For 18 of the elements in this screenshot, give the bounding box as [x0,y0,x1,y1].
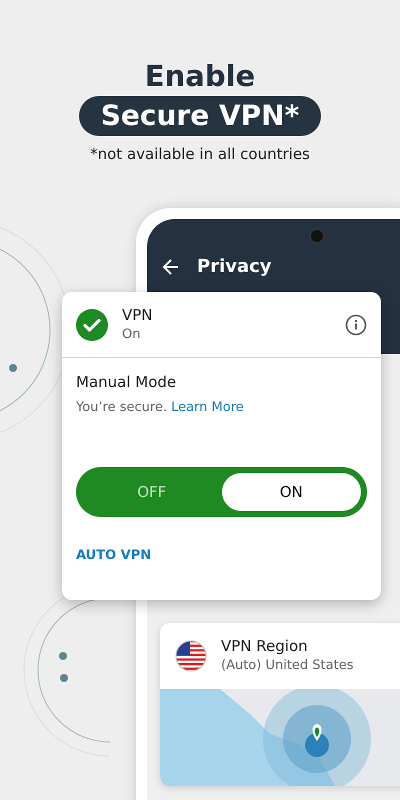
region-value: (Auto) United States [221,657,354,675]
vpn-title: VPN [122,304,154,324]
flag-icon [175,640,207,672]
vpn-status: On [122,326,142,344]
vpn-toggle[interactable]: OFF ON [76,467,367,517]
headline-highlight: Secure VPN* [78,96,322,136]
region-card[interactable]: VPN Region (Auto) United States [160,623,400,786]
toggle-option[interactable]: ON [222,473,361,511]
info-icon[interactable] [345,314,367,336]
footnote-text: *not available in all countries [90,144,310,164]
headline-text: Enable [144,58,256,94]
learn-more-link[interactable]: Learn More [171,399,244,417]
auto-vpn-link[interactable]: AUTO VPN [76,547,152,565]
back-arrow-icon[interactable] [161,257,181,277]
mode-title: Manual Mode [76,372,178,393]
region-title: VPN Region [221,636,309,656]
mode-text: You’re secure. [76,399,168,417]
screen-title: Privacy [197,255,272,279]
